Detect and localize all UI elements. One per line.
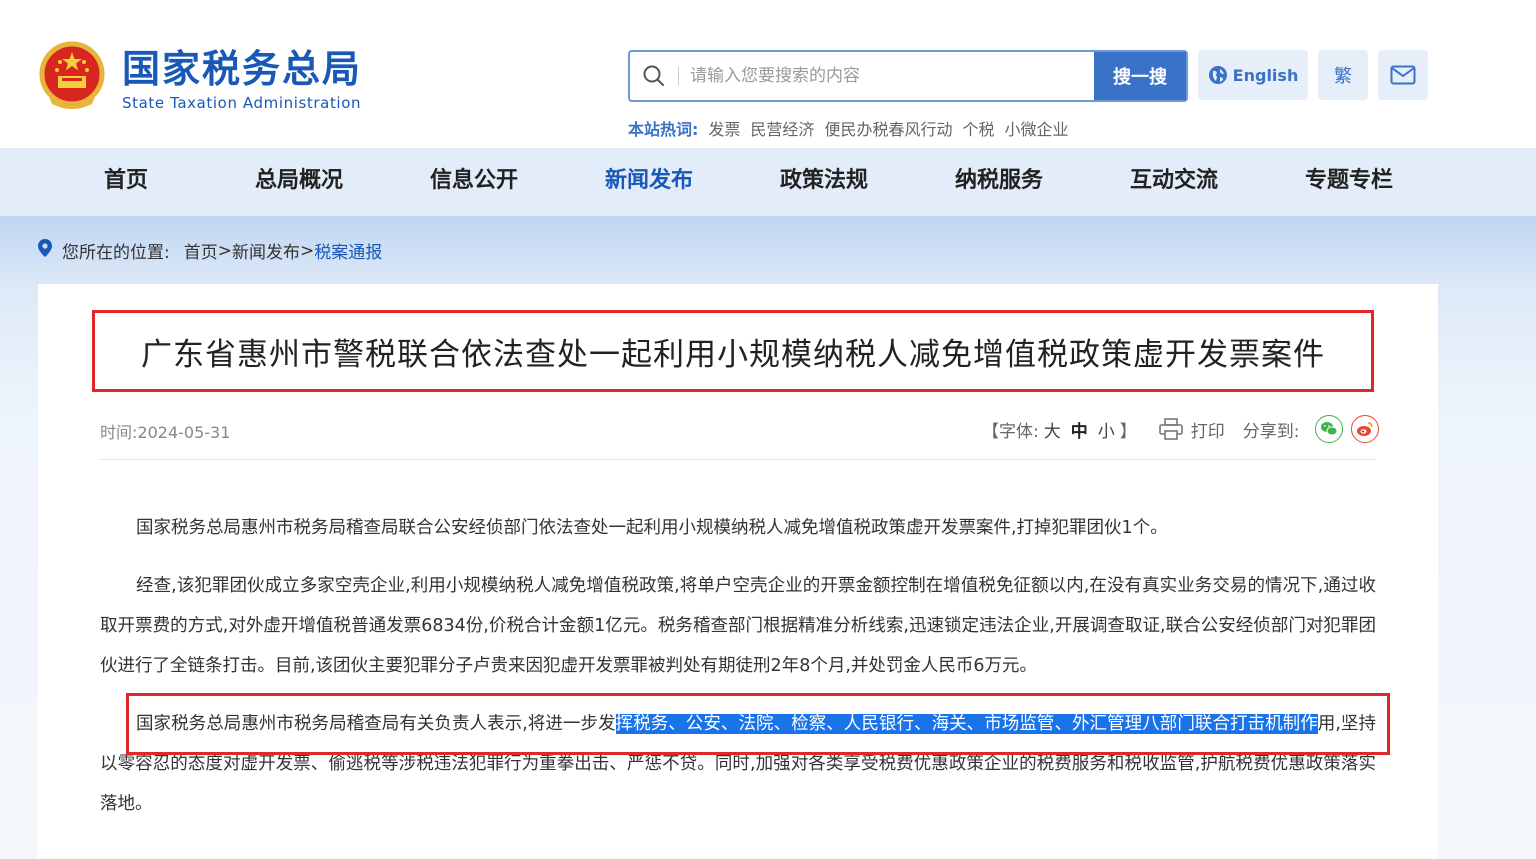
national-emblem-icon[interactable]	[38, 40, 106, 112]
share-label: 分享到:	[1242, 421, 1300, 442]
print-label: 打印	[1190, 421, 1225, 442]
hot-keywords: 本站热词: 发票 民营经济 便民办税春风行动 个税 小微企业	[628, 116, 1078, 140]
hot-keyword-link[interactable]: 个税	[962, 116, 994, 140]
location-pin-icon	[38, 239, 52, 262]
nav-item-info-disclosure[interactable]: 信息公开	[430, 148, 518, 216]
site-logo-subtitle[interactable]: State Taxation Administration	[122, 94, 361, 112]
font-size-control: 【字体: 大 中 小 】	[982, 417, 1137, 442]
title-annotation-box	[92, 310, 1374, 392]
nav-item-tax-service[interactable]: 纳税服务	[955, 148, 1043, 216]
hot-keyword-link[interactable]: 民营经济	[750, 116, 814, 140]
printer-icon	[1158, 418, 1183, 440]
nav-item-home[interactable]: 首页	[104, 148, 148, 216]
breadcrumb-news[interactable]: 新闻发布	[232, 238, 300, 263]
nav-item-policy[interactable]: 政策法规	[780, 148, 868, 216]
article-tools: 【字体: 大 中 小 】 打印 分享到:	[982, 414, 1380, 444]
hot-keyword-link[interactable]: 发票	[708, 116, 740, 140]
article-paragraph-2: 经查,该犯罪团伙成立多家空壳企业,利用小规模纳税人减免增值税政策,将单户空壳企业…	[100, 576, 1376, 676]
date-value: 2024-05-31	[137, 423, 231, 442]
nav-item-interaction[interactable]: 互动交流	[1130, 148, 1218, 216]
nav-item-news[interactable]: 新闻发布	[605, 148, 693, 216]
hot-keyword-link[interactable]: 便民办税春风行动	[824, 116, 952, 140]
wechat-share-icon[interactable]	[1315, 415, 1344, 443]
paragraph-annotation-box	[126, 693, 1390, 755]
main-nav: 首页 总局概况 信息公开 新闻发布 政策法规 纳税服务 互动交流 专题专栏	[0, 148, 1536, 216]
english-button[interactable]: English	[1198, 50, 1308, 100]
english-label: English	[1232, 65, 1299, 85]
nav-item-overview[interactable]: 总局概况	[255, 148, 343, 216]
mail-button[interactable]	[1378, 50, 1428, 100]
hot-keyword-link[interactable]: 小微企业	[1004, 116, 1068, 140]
font-size-close: 】	[1119, 421, 1137, 442]
mail-icon	[1390, 65, 1416, 85]
font-size-medium[interactable]: 中	[1071, 417, 1088, 442]
search-icon	[642, 64, 666, 88]
article-divider	[100, 459, 1376, 460]
breadcrumb-separator: >	[217, 240, 232, 261]
breadcrumb: 您所在的位置: 首页 > 新闻发布 > 税案通报	[38, 238, 382, 263]
search-box: 搜一搜	[628, 50, 1188, 102]
font-size-label: 【字体:	[982, 421, 1039, 442]
search-input[interactable]	[690, 52, 1090, 100]
weibo-share-icon[interactable]	[1351, 415, 1380, 443]
globe-icon	[1208, 66, 1227, 84]
article-paragraph-1: 国家税务总局惠州市税务局稽查局联合公安经侦部门依法查处一起利用小规模纳税人减免增…	[136, 518, 1168, 538]
hot-keywords-label: 本站热词:	[628, 120, 699, 139]
breadcrumb-current[interactable]: 税案通报	[314, 238, 382, 263]
font-size-large[interactable]: 大	[1044, 417, 1061, 442]
search-button[interactable]: 搜一搜	[1094, 52, 1186, 100]
site-header: 国家税务总局 State Taxation Administration 搜一搜…	[0, 0, 1536, 148]
traditional-chinese-button[interactable]: 繁	[1318, 50, 1368, 100]
breadcrumb-separator: >	[299, 240, 315, 261]
site-logo-title[interactable]: 国家税务总局	[122, 46, 362, 92]
nav-item-special-topics[interactable]: 专题专栏	[1305, 148, 1393, 216]
breadcrumb-prefix: 您所在的位置:	[62, 243, 170, 263]
font-size-small[interactable]: 小	[1098, 417, 1115, 442]
breadcrumb-home[interactable]: 首页	[184, 238, 218, 263]
date-label: 时间:	[100, 423, 138, 442]
print-button[interactable]: 打印	[1158, 417, 1225, 442]
search-divider	[678, 66, 679, 86]
article-date: 时间:2024-05-31	[100, 419, 230, 443]
